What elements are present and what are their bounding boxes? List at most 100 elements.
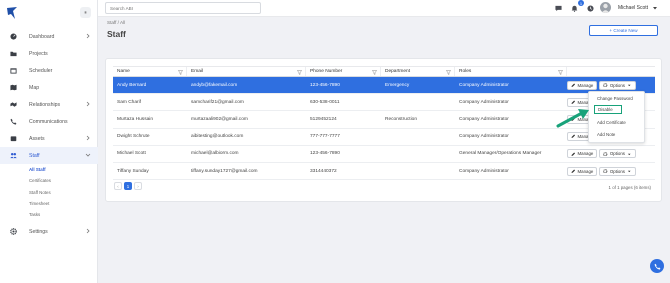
sidebar-item-label: Map	[29, 84, 40, 91]
column-header-department[interactable]: Department	[381, 67, 455, 76]
caret-down-icon	[627, 84, 631, 86]
sidebar: ⏸ Dashboard Projects Scheduler Map Relat…	[0, 0, 98, 283]
calendar-icon	[9, 67, 17, 75]
filter-icon[interactable]	[372, 70, 377, 75]
cell-department	[381, 163, 455, 179]
staff-table-card: Name Email Phone Number Department Roles…	[105, 58, 662, 202]
sidebar-item-settings[interactable]: Settings	[0, 223, 98, 240]
assets-icon	[9, 135, 17, 143]
annotation-arrow-icon	[556, 109, 589, 128]
create-new-button[interactable]: + Create New	[589, 25, 658, 36]
sidebar-item-assets[interactable]: Assets	[0, 130, 98, 147]
folder-icon	[9, 50, 17, 58]
sidebar-item-label: Assets	[29, 135, 45, 142]
chevron-down-icon	[85, 153, 91, 157]
manage-button[interactable]: Manage	[567, 166, 598, 176]
sidebar-item-staff[interactable]: Staff	[0, 147, 98, 164]
subnav-tasks[interactable]: Tasks	[29, 209, 98, 220]
sidebar-item-label: Dashboard	[29, 33, 55, 40]
gear-icon	[603, 168, 608, 174]
pager-page-button[interactable]: 1	[124, 182, 132, 190]
menu-item-disable[interactable]: Disable	[594, 105, 622, 114]
options-button[interactable]: Options	[599, 149, 636, 159]
sidebar-collapse-button[interactable]: ⏸	[80, 7, 91, 18]
subnav-staff-notes[interactable]: Staff Notes	[29, 187, 98, 198]
column-header-actions	[567, 67, 655, 76]
pencil-icon	[571, 83, 576, 87]
cell-department	[381, 129, 455, 145]
chat-icon[interactable]	[554, 4, 562, 12]
options-dropdown-menu: Change Password Disable Add Certificate …	[588, 91, 645, 143]
manage-button[interactable]: Manage	[567, 80, 598, 90]
staff-icon	[9, 152, 17, 160]
pager-prev-button[interactable]: ‹	[114, 182, 122, 190]
search-input[interactable]	[106, 3, 260, 13]
manage-button[interactable]: Manage	[567, 149, 598, 159]
column-header-name[interactable]: Name	[113, 67, 187, 76]
sidebar-item-projects[interactable]: Projects	[0, 45, 98, 62]
cell-name: Murtaza Hussain	[117, 116, 153, 122]
user-name[interactable]: Michael Scott	[618, 5, 648, 11]
caret-down-icon	[627, 153, 631, 155]
subnav-timesheet[interactable]: Timesheet	[29, 198, 98, 209]
gear-icon	[9, 228, 17, 236]
table-row[interactable]: Michael Scott michael@albiorm.com 123-45…	[113, 146, 655, 163]
cell-phone: 123-456-7890	[310, 151, 340, 157]
avatar[interactable]	[600, 2, 611, 13]
sidebar-item-scheduler[interactable]: Scheduler	[0, 62, 98, 79]
clock-icon[interactable]	[586, 4, 594, 12]
filter-icon[interactable]	[446, 70, 451, 75]
sidebar-item-communications[interactable]: Communications	[0, 113, 98, 130]
options-button[interactable]: Options	[599, 166, 636, 176]
pager-info: 1 of 1 pages (6 items)	[608, 185, 651, 190]
pencil-icon	[571, 152, 576, 156]
cell-actions: Manage Options	[567, 146, 655, 162]
filter-icon[interactable]	[178, 70, 183, 75]
sidebar-item-label: Scheduler	[29, 67, 53, 74]
sidebar-item-label: Settings	[29, 228, 48, 235]
table-row[interactable]: Andy Bernard andyb@fakemail.com 123-456-…	[113, 77, 655, 95]
chevron-right-icon	[86, 33, 90, 39]
staff-subnav: All Staff Certificates Staff Notes Times…	[0, 164, 98, 220]
menu-item-add-note[interactable]: Add Note	[589, 128, 644, 140]
topbar: 1 Michael Scott	[98, 0, 670, 17]
table-header: Name Email Phone Number Department Roles	[113, 66, 655, 77]
dashboard-icon	[9, 33, 17, 41]
column-header-roles[interactable]: Roles	[455, 67, 567, 76]
table-row[interactable]: Tiffany Sunday tiffany.sunday1727@gmail.…	[113, 163, 655, 181]
pencil-icon	[571, 169, 576, 173]
pagination: ‹ 1 ›	[114, 182, 142, 190]
menu-item-add-certificate[interactable]: Add Certificate	[589, 116, 644, 128]
cell-email: samcharif21@gmail.com	[191, 99, 244, 105]
chevron-right-icon	[86, 229, 90, 234]
cell-email: murtazaali902@gmail.com	[191, 116, 248, 122]
pencil-icon	[571, 134, 576, 139]
subnav-all-staff[interactable]: All Staff	[29, 164, 98, 175]
table-row[interactable]: Dwight Schrute aibitesting@outlook.com 7…	[113, 129, 655, 146]
caret-down-icon[interactable]	[653, 6, 657, 10]
gear-icon	[603, 83, 608, 88]
filter-icon[interactable]	[558, 70, 563, 75]
cell-department	[381, 94, 455, 110]
bell-icon[interactable]	[570, 4, 578, 12]
sidebar-item-relationships[interactable]: Relationships	[0, 96, 98, 113]
cell-department: Emergency	[385, 82, 410, 88]
gear-icon	[603, 151, 608, 156]
sidebar-item-map[interactable]: Map	[0, 79, 98, 96]
sidebar-item-dashboard[interactable]: Dashboard	[0, 28, 98, 45]
cell-roles: Company Administrator	[459, 168, 509, 174]
options-button[interactable]: Options	[599, 80, 636, 90]
cell-phone: 630-538-0011	[310, 99, 340, 105]
subnav-certificates[interactable]: Certificates	[29, 175, 98, 186]
cell-phone: 123-456-7890	[310, 82, 340, 88]
menu-item-change-password[interactable]: Change Password	[589, 92, 644, 104]
caret-down-icon	[627, 170, 631, 172]
pencil-icon	[571, 100, 576, 105]
chat-support-button[interactable]	[650, 259, 664, 273]
cell-phone: 777-777-7777	[310, 134, 340, 140]
filter-icon[interactable]	[297, 70, 302, 75]
column-header-email[interactable]: Email	[187, 67, 306, 76]
search-box[interactable]	[105, 2, 261, 14]
pager-next-button[interactable]: ›	[134, 182, 142, 190]
column-header-phone[interactable]: Phone Number	[306, 67, 381, 76]
